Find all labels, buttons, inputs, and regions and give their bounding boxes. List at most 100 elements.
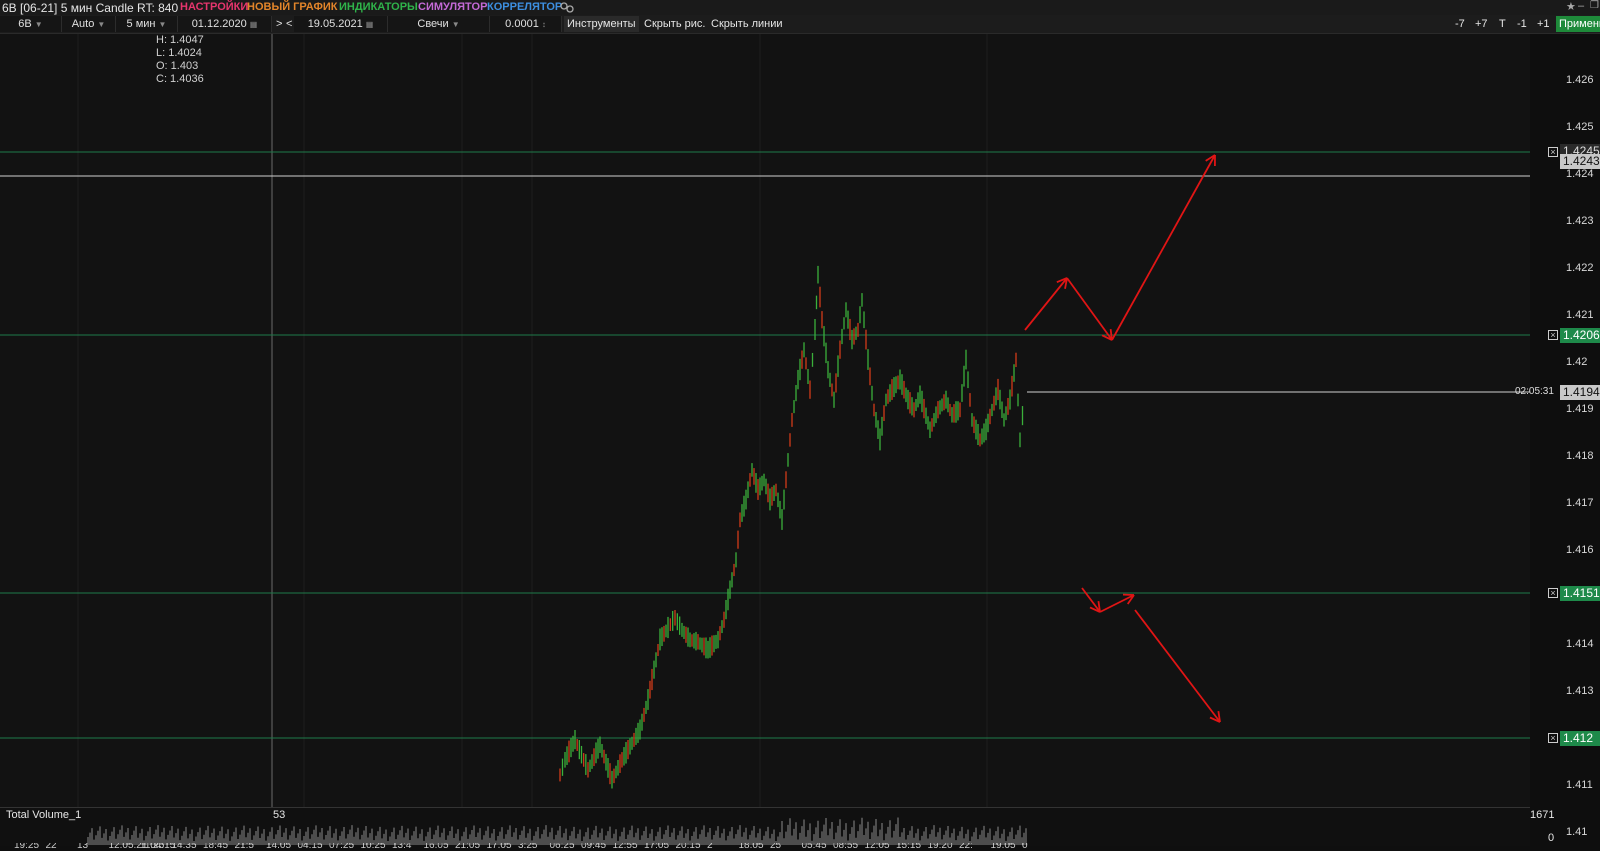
candle-timer: 02:05:31 [1515,386,1554,397]
time-tick-label: 19.05 [990,843,1016,851]
drawn-arrow [1111,154,1216,341]
volume-axis-max: 1671 [1530,809,1555,821]
time-tick-label: 10:25 [360,843,386,851]
ohlc-open: O: 1.403 [156,60,199,72]
price-tick-label: 1.421 [1566,309,1594,321]
drawn-arrow [1066,277,1113,341]
scale-select[interactable]: Auto ▼ [62,16,116,32]
hide-lines-button[interactable]: Скрыть линии [708,16,786,32]
time-tick-label: 18.05 [738,843,764,851]
timeframe-select[interactable]: 5 мин ▼ [116,16,178,32]
symbol-value: 6B [18,18,32,30]
price-tick-label: 1.425 [1566,121,1594,133]
time-tick-label: 13:4 [392,843,412,851]
pin-icon[interactable]: ★ [1566,0,1576,13]
menu-settings[interactable]: НАСТРОЙКИ [180,1,248,13]
price-tick-label: 1.41 [1566,826,1588,838]
ohlc-low: L: 1.4024 [156,47,202,59]
price-tick-label: 1.411 [1566,779,1593,791]
timeframe-value: 5 мин [126,18,156,30]
time-tick-label: 18:45 [203,843,229,851]
chart-type-value: Свечи [417,18,449,30]
instruments-button[interactable]: Инструменты [564,16,639,32]
calendar-icon[interactable]: ▦ [250,20,258,29]
time-axis[interactable]: 19:25 22 13 12.05.21 04:15 11:25 14:35 18:45 21… [0,843,1530,851]
apply-button[interactable]: Примени [1556,16,1600,32]
chart-type-select[interactable]: Свечи ▼ [388,16,490,32]
level-tag-3[interactable]: 1.4206 [1560,328,1600,343]
time-tick-label: 20:15 [675,843,701,851]
close-icon[interactable]: × [1548,588,1558,598]
close-icon[interactable]: × [1548,733,1558,743]
time-tick-label: 22: [959,843,973,851]
time-tick-label: 0 [1022,843,1028,851]
window-title: 6B [06-21] 5 мин Candle RT: 840 [2,1,179,15]
level-tag-4[interactable]: 1.4151 [1560,586,1600,601]
chevron-down-icon: ▼ [34,20,43,29]
shift-minus1-button[interactable]: -1 [1514,16,1530,32]
volume-axis-min: 0 [1548,832,1555,844]
time-tick-label: 19:20 [927,843,953,851]
time-tick-label: 07:25 [329,843,355,851]
calendar-icon[interactable]: ▦ [366,20,374,29]
menu-new-chart[interactable]: НОВЫЙ ГРАФИК [247,1,337,13]
date-to-input[interactable]: 19.05.2021 ▦ [294,16,388,32]
time-tick-label: 06:25 [549,843,575,851]
price-tick-label: 1.418 [1566,450,1594,462]
time-tick-label: 15:15 [896,843,922,851]
stepper-icon[interactable]: ↕ [542,20,546,29]
time-tick-label: 14.05 [266,843,292,851]
time-tick-label: 22 [45,843,57,851]
ohlc-readout: H: 1.4047 L: 1.4024 O: 1.403 C: 1.4036 [156,34,204,86]
price-tick-label: 1.422 [1566,262,1594,274]
minimize-icon[interactable]: – [1578,0,1584,12]
time-tick-label: 21:5 [234,843,254,851]
time-tick-label: 16.05 [423,843,449,851]
shift-plus7-button[interactable]: +7 [1472,16,1491,32]
menu-simulator[interactable]: СИМУЛЯТОР [418,1,487,13]
price-tick-label: 1.423 [1566,215,1594,227]
close-icon[interactable]: × [1548,147,1558,157]
hide-drawings-button[interactable]: Скрыть рис. [641,16,708,32]
price-tick-label: 1.416 [1566,544,1594,556]
time-tick-label: 3:25 [518,843,538,851]
restore-icon[interactable]: ❐ [1590,0,1599,11]
date-to-value: 19.05.2021 [307,18,363,30]
time-tick-label: 19:25 [14,843,40,851]
close-icon[interactable]: × [1548,330,1558,340]
level-tag-2[interactable]: 1.4243 [1560,154,1600,169]
chevron-down-icon: ▼ [97,20,106,29]
time-tick-label: 21:05 [455,843,481,851]
time-tick-label: 17:05 [644,843,670,851]
drawn-arrow [1134,609,1221,723]
price-tick-label: 1.417 [1566,497,1594,509]
volume-crosshair-value: 53 [273,809,286,821]
price-tick-label: 1.426 [1566,74,1594,86]
volume-canvas [87,817,1027,845]
time-tick-label: 25 [770,843,782,851]
date-from-input[interactable]: 01.12.2020 ▦ [178,16,272,32]
drawn-arrow [1024,277,1068,331]
level-tag-last-price: 1.4194 [1560,385,1600,400]
price-tick-label: 1.424 [1566,168,1594,180]
price-tick-label: 1.419 [1566,403,1594,415]
symbol-select[interactable]: 6B ▼ [0,16,62,32]
step-input[interactable]: 0.0001 ↕ [490,16,562,32]
time-tick-label: 05:45 [801,843,827,851]
time-tick-label: 14:35 [171,843,197,851]
menu-indicators[interactable]: ИНДИКАТОРЫ [339,1,418,13]
chart-canvas[interactable] [0,34,1530,807]
time-tick-label: 2 [707,843,713,851]
time-tick-label: 08:55 [833,843,859,851]
shift-minus7-button[interactable]: -7 [1452,16,1468,32]
level-tag-5[interactable]: 1.412 [1560,731,1600,746]
step-value: 0.0001 [505,18,539,30]
date-from-value: 01.12.2020 [191,18,247,30]
scale-value: Auto [71,18,95,30]
price-tick-label: 1.413 [1566,685,1594,697]
shift-plus1-button[interactable]: +1 [1534,16,1553,32]
connections-icon[interactable] [560,1,574,14]
chevron-down-icon: ▼ [451,20,460,29]
today-button[interactable]: T [1496,16,1509,32]
menu-correlator[interactable]: КОРРЕЛЯТОР [487,1,562,13]
